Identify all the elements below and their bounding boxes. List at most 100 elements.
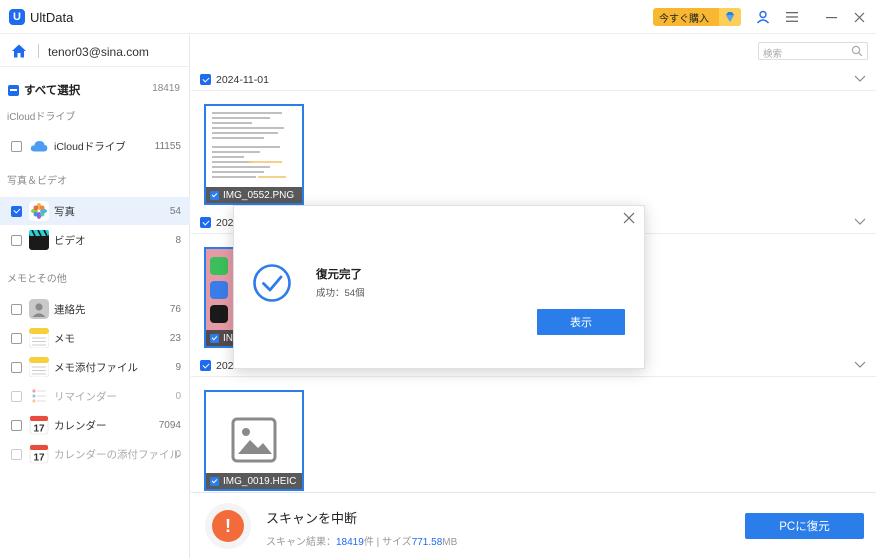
sidebar-item-label: メモ bbox=[54, 332, 75, 345]
chevron-down-icon[interactable] bbox=[854, 216, 866, 226]
photos-icon bbox=[29, 201, 49, 221]
group-checkbox[interactable] bbox=[200, 217, 211, 228]
partial-check-icon bbox=[8, 84, 19, 96]
checkbox[interactable] bbox=[11, 234, 22, 246]
checkbox[interactable] bbox=[11, 332, 22, 344]
sidebar-item-label: ビデオ bbox=[54, 234, 86, 247]
warning-icon: ! bbox=[205, 503, 251, 549]
size-value: 771.58 bbox=[411, 537, 443, 548]
file-name: IMG_0552.PNG bbox=[223, 189, 295, 201]
sidebar-item-label: iCloudドライブ bbox=[54, 140, 126, 153]
photo-thumbnail[interactable]: IMG_0019.HEIC bbox=[204, 390, 304, 491]
sidebar-item-count: 0 bbox=[175, 390, 181, 402]
search-field[interactable]: 検索 bbox=[758, 42, 868, 60]
thumbnail-caption: IMG_0552.PNG bbox=[206, 187, 302, 203]
contacts-icon bbox=[29, 299, 49, 319]
bottom-status-bar: ! スキャンを中断 スキャン結果：18419件 | サイズ771.58MB PC… bbox=[191, 492, 876, 558]
user-icon[interactable] bbox=[755, 9, 771, 25]
restore-complete-dialog: 復元完了 成功：54個 表示 bbox=[233, 205, 645, 369]
section-label-memos-other: メモとその他 bbox=[7, 274, 67, 285]
date-group-header[interactable]: 2024-11-01 bbox=[191, 69, 876, 91]
notes-attachment-icon bbox=[29, 357, 49, 377]
calendar-day: 17 bbox=[33, 453, 45, 464]
stats-separator: | bbox=[376, 537, 380, 548]
app-title: UltData bbox=[30, 10, 74, 25]
calendar-day: 17 bbox=[33, 424, 45, 435]
sidebar-item-count: 54 bbox=[169, 205, 181, 217]
result-count: 18419 bbox=[336, 537, 364, 548]
buy-now-button[interactable]: 今すぐ購入 bbox=[653, 8, 741, 26]
sidebar-item-count: 9 bbox=[175, 361, 181, 373]
chevron-down-icon[interactable] bbox=[854, 73, 866, 83]
reminders-icon bbox=[29, 386, 49, 406]
calendar-attachment-icon: 17 bbox=[29, 444, 49, 464]
chevron-down-icon[interactable] bbox=[854, 359, 866, 369]
sidebar-item-label: カレンダー bbox=[54, 419, 107, 432]
thumbnail-caption: IMG_0019.HEIC bbox=[206, 473, 302, 489]
search-placeholder: 検索 bbox=[763, 49, 783, 60]
sidebar-item-count: 76 bbox=[169, 303, 181, 315]
thumbnail-checkbox[interactable] bbox=[210, 476, 219, 486]
sidebar-item-label: カレンダーの添付ファイル bbox=[54, 448, 180, 461]
group-checkbox[interactable] bbox=[200, 360, 211, 371]
home-icon[interactable] bbox=[11, 43, 27, 59]
restore-to-pc-button[interactable]: PCに復元 bbox=[745, 513, 864, 539]
group-date: 2024-11-01 bbox=[216, 74, 269, 86]
menu-icon[interactable] bbox=[784, 9, 800, 25]
title-bar: U UltData 今すぐ購入 bbox=[0, 0, 876, 34]
sidebar-item-calendar[interactable]: 17 カレンダー 7094 bbox=[0, 411, 190, 439]
close-icon[interactable] bbox=[622, 211, 636, 225]
view-button[interactable]: 表示 bbox=[537, 309, 625, 335]
sidebar-item-note-attachments[interactable]: メモ添付ファイル 9 bbox=[0, 353, 190, 381]
section-label-icloud-drive: iCloudドライブ bbox=[7, 112, 76, 123]
cloud-icon bbox=[29, 136, 49, 156]
group-checkbox[interactable] bbox=[200, 74, 211, 85]
sidebar-item-notes[interactable]: メモ 23 bbox=[0, 324, 190, 352]
sidebar-item-videos[interactable]: ビデオ 8 bbox=[0, 226, 190, 254]
sidebar-item-count: 8 bbox=[175, 234, 181, 246]
sidebar-item-count: 11155 bbox=[154, 140, 181, 152]
account-email: tenor03@sina.com bbox=[48, 45, 149, 59]
notes-icon bbox=[29, 328, 49, 348]
minimize-icon[interactable] bbox=[823, 9, 839, 25]
select-all-checkbox[interactable]: すべて選択 bbox=[8, 82, 80, 98]
sidebar-item-count: 0 bbox=[175, 448, 181, 460]
sidebar-item-reminders[interactable]: リマインダー 0 bbox=[0, 382, 190, 410]
account-row: tenor03@sina.com bbox=[0, 35, 190, 67]
sidebar-item-label: 写真 bbox=[54, 205, 75, 218]
sidebar-item-icloud-drive[interactable]: iCloudドライブ 11155 bbox=[0, 132, 190, 160]
sidebar-item-label: リマインダー bbox=[54, 390, 117, 403]
sidebar-item-count: 7094 bbox=[158, 419, 181, 431]
scan-stats: スキャン結果：18419件 | サイズ771.58MB bbox=[266, 533, 457, 548]
checkbox[interactable] bbox=[11, 390, 22, 402]
select-all-label: すべて選択 bbox=[24, 85, 81, 97]
size-unit: MB bbox=[442, 537, 458, 548]
file-name: IN bbox=[223, 332, 233, 344]
checkbox[interactable] bbox=[11, 303, 22, 315]
sidebar-item-calendar-attachments[interactable]: 17 カレンダーの添付ファイル 0 bbox=[0, 440, 190, 468]
sidebar-item-count: 23 bbox=[169, 332, 181, 344]
sidebar-item-contacts[interactable]: 連絡先 76 bbox=[0, 295, 190, 323]
image-placeholder-icon bbox=[231, 417, 277, 463]
checkbox[interactable] bbox=[11, 205, 22, 217]
section-label-photos-videos: 写真＆ビデオ bbox=[7, 176, 67, 187]
divider bbox=[38, 44, 39, 58]
diamond-icon bbox=[719, 8, 741, 26]
dialog-title: 復元完了 bbox=[316, 269, 362, 281]
thumbnail-checkbox[interactable] bbox=[210, 333, 219, 343]
scan-status-title: スキャンを中断 bbox=[266, 511, 358, 526]
stats-prefix: スキャン結果： bbox=[266, 537, 336, 548]
select-all-count: 18419 bbox=[152, 83, 180, 94]
count-unit: 件 bbox=[363, 537, 374, 548]
checkbox[interactable] bbox=[11, 361, 22, 373]
close-window-icon[interactable] bbox=[851, 9, 867, 25]
sidebar-item-photos[interactable]: 写真 54 bbox=[0, 197, 190, 225]
checkbox[interactable] bbox=[11, 448, 22, 460]
thumbnail-checkbox[interactable] bbox=[210, 190, 219, 200]
search-icon[interactable] bbox=[851, 45, 863, 57]
file-name: IMG_0019.HEIC bbox=[223, 475, 297, 487]
photo-thumbnail[interactable]: IMG_0552.PNG bbox=[204, 104, 304, 205]
checkbox[interactable] bbox=[11, 140, 22, 152]
sidebar-item-label: 連絡先 bbox=[54, 303, 86, 316]
checkbox[interactable] bbox=[11, 419, 22, 431]
